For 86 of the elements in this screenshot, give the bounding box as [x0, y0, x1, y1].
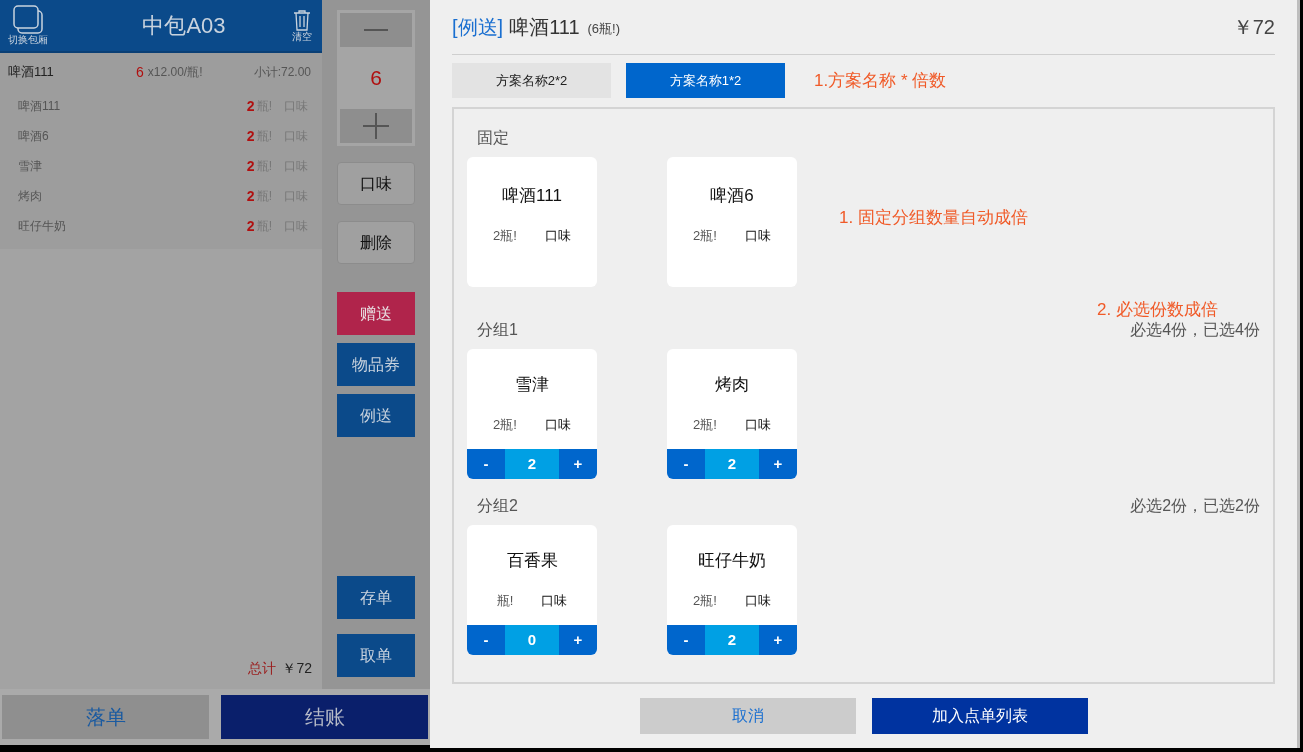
trash-icon	[293, 9, 311, 31]
decrement-button[interactable]: -	[667, 625, 705, 655]
total-label: 总计	[248, 659, 277, 678]
item-name: 雪津	[515, 373, 549, 396]
action-button[interactable]: 物品券	[337, 343, 415, 386]
plus-icon	[363, 113, 389, 139]
unit-price: x12.00/瓶!	[147, 64, 203, 81]
item-qty: 2	[246, 96, 255, 116]
item-unit: 2瓶!	[693, 416, 717, 434]
item-qty: 2	[246, 126, 255, 146]
action-button[interactable]: 例送	[337, 394, 415, 437]
increment-button[interactable]: +	[559, 625, 597, 655]
item-name: 啤酒111	[18, 98, 61, 115]
decrement-button[interactable]: -	[667, 449, 705, 479]
group-title: 固定	[477, 128, 509, 148]
room-title: 中包A03	[142, 12, 226, 40]
group-title: 分组1	[477, 320, 518, 340]
taste-link[interactable]: 口味	[541, 591, 568, 611]
group-title: 分组2	[477, 496, 518, 516]
action-button[interactable]: 删除	[337, 221, 415, 264]
dialog-price: ￥72	[1232, 15, 1275, 40]
quantity-value: 6	[369, 65, 383, 92]
item-name: 旺仔牛奶	[18, 218, 66, 235]
item-card[interactable]: 烤肉 2瓶! 口味 - 2 +	[667, 349, 797, 479]
taste-link[interactable]: 口味	[544, 226, 571, 246]
total-value: ￥72	[282, 659, 312, 678]
item-card[interactable]: 啤酒6 2瓶! 口味	[667, 157, 797, 287]
quantity-value: 2	[505, 449, 559, 479]
group-rule: 必选2份，已选2份	[1130, 496, 1260, 516]
dialog-title: 啤酒111	[509, 15, 580, 40]
item-name: 旺仔牛奶	[698, 549, 766, 572]
plan-tab[interactable]: 方案名称2*2	[452, 63, 611, 98]
item-name: 百香果	[506, 549, 558, 572]
increment-button[interactable]: +	[559, 449, 597, 479]
order-row[interactable]: 啤酒111 6 x12.00/瓶! 小计:72.00	[0, 53, 322, 91]
item-name: 雪津	[18, 158, 42, 175]
item-unit: 2瓶!	[493, 416, 517, 434]
decrement-button[interactable]: -	[467, 625, 505, 655]
item-qty: 2	[246, 186, 255, 206]
order-name: 啤酒111	[8, 63, 55, 82]
group-rule: 必选4份，已选4份	[1130, 320, 1260, 340]
quantity-value: 2	[705, 449, 759, 479]
annotation-note: 1. 固定分组数量自动成倍	[839, 207, 1028, 229]
dialog-tag: [例送]	[452, 12, 504, 42]
minus-icon	[364, 29, 388, 31]
item-name: 烤肉	[18, 188, 42, 205]
quantity-value: 0	[505, 625, 559, 655]
annotation-note: 1.方案名称 * 倍数	[814, 69, 947, 92]
item-card[interactable]: 旺仔牛奶 2瓶! 口味 - 2 +	[667, 525, 797, 655]
increment-button[interactable]	[340, 109, 412, 143]
dialog-button[interactable]: 取消	[639, 698, 856, 734]
item-qty: 2	[246, 156, 255, 176]
order-qty: 6	[136, 62, 144, 82]
switch-room-button[interactable]: 切换包厢	[8, 4, 48, 45]
increment-button[interactable]: +	[759, 625, 797, 655]
item-name: 烤肉	[715, 373, 749, 396]
dialog-count: (6瓶!)	[587, 20, 621, 39]
item-qty: 2	[246, 216, 255, 236]
taste-link[interactable]: 口味	[744, 226, 771, 246]
action-button[interactable]: 存单	[337, 576, 415, 619]
item-name: 啤酒111	[502, 184, 562, 207]
increment-button[interactable]: +	[759, 449, 797, 479]
item-card[interactable]: 啤酒111 2瓶! 口味	[467, 157, 597, 287]
dialog-button[interactable]: 加入点单列表	[871, 698, 1088, 734]
item-unit: 2瓶!	[693, 592, 717, 610]
item-name: 啤酒6	[710, 184, 754, 207]
windows-icon	[12, 4, 44, 34]
taste-link[interactable]: 口味	[744, 591, 771, 611]
item-unit: 2瓶!	[693, 227, 717, 245]
plan-tab[interactable]: 方案名称1*2	[626, 63, 785, 98]
action-button[interactable]: 取单	[337, 634, 415, 677]
item-unit: 2瓶!	[493, 227, 517, 245]
action-button[interactable]: 口味	[337, 162, 415, 205]
decrement-button[interactable]: -	[467, 449, 505, 479]
bottom-button[interactable]: 结账	[221, 695, 428, 739]
action-button[interactable]: 赠送	[337, 292, 415, 335]
clear-button[interactable]: 清空	[292, 9, 312, 42]
quantity-value: 2	[705, 625, 759, 655]
item-name: 啤酒6	[18, 128, 49, 145]
item-card[interactable]: 百香果 瓶! 口味 - 0 +	[467, 525, 597, 655]
item-unit: 瓶!	[496, 592, 514, 610]
item-card[interactable]: 雪津 2瓶! 口味 - 2 +	[467, 349, 597, 479]
subtotal: 小计:72.00	[253, 64, 311, 81]
taste-link[interactable]: 口味	[544, 415, 571, 435]
taste-link[interactable]: 口味	[744, 415, 771, 435]
annotation-note: 2. 必选份数成倍	[1097, 299, 1218, 317]
